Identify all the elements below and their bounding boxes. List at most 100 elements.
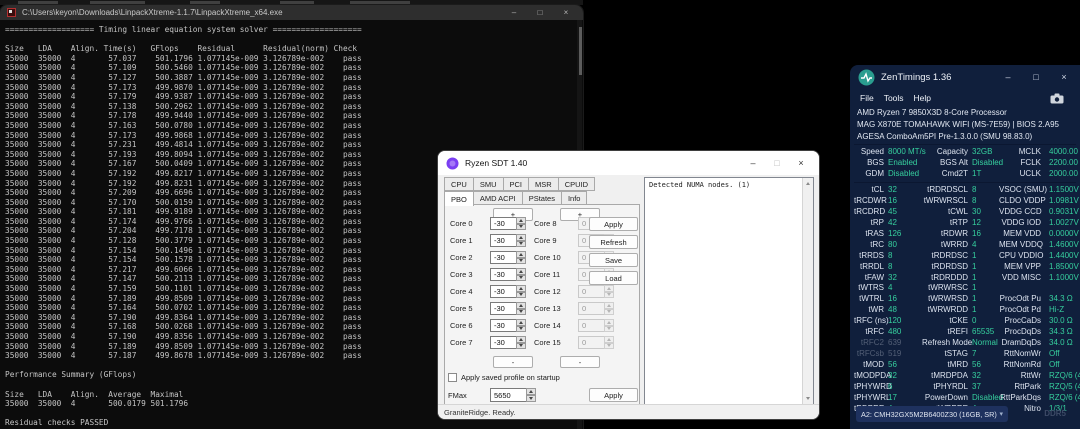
close-icon[interactable]: × (1050, 65, 1078, 89)
fmax-down-arrow-icon[interactable] (526, 395, 536, 402)
timing-value: 1 (972, 283, 977, 293)
fmax-stepper[interactable]: 5650 (490, 388, 536, 402)
timing-label: tMRDPDA (931, 370, 968, 380)
core-2-stepper-value[interactable]: -30 (490, 251, 516, 264)
memory-timings-grid: tCL 32 tRDRDSCL 8 VSOC (SMU) 1.1500V tRCDWR 16 t… (854, 185, 1080, 415)
refresh-button[interactable]: Refresh (589, 235, 638, 249)
core-label: Core 2 (450, 253, 473, 262)
tab-cpu[interactable]: CPU (444, 177, 474, 191)
decrement-all-left-button[interactable]: - (493, 356, 533, 368)
maximize-icon[interactable]: □ (527, 5, 553, 20)
timing-value: 56 (888, 360, 897, 369)
minimize-icon[interactable]: – (501, 5, 527, 20)
fmax-value[interactable]: 5650 (490, 388, 526, 402)
core-5-stepper[interactable]: -30 (490, 302, 526, 315)
timing-label: tRTP (949, 217, 968, 227)
timing-value: 16 (888, 195, 897, 205)
core-4-stepper-value[interactable]: -30 (490, 285, 516, 298)
tab-cpuid[interactable]: CPUID (557, 177, 596, 191)
fmax-up-arrow-icon[interactable] (526, 388, 536, 395)
apply-button[interactable]: Apply (589, 217, 638, 231)
timing-value: 7 (972, 349, 977, 359)
timing-label: tWRWRSCL (923, 195, 968, 205)
decrement-all-right-button[interactable]: - (560, 356, 600, 368)
minimize-icon[interactable]: – (741, 158, 765, 168)
tab-info[interactable]: Info (560, 191, 588, 205)
timing-label: CPU VDDIO (999, 250, 1044, 260)
down-arrow-icon[interactable] (516, 291, 526, 298)
core-label: Core 13 (534, 304, 561, 313)
core-0-stepper-value[interactable]: -30 (490, 217, 516, 230)
timing-value: 8 (972, 185, 977, 194)
timing-label: UCLK (1019, 168, 1041, 178)
timing-value: 6 (888, 381, 893, 391)
down-arrow-icon[interactable] (516, 342, 526, 349)
core-4-stepper[interactable]: -30 (490, 285, 526, 298)
core-3-stepper-arrows (516, 268, 526, 281)
chevron-down-icon: ▾ (999, 411, 1003, 418)
core-3-stepper-value[interactable]: -30 (490, 268, 516, 281)
core-14-stepper-arrows (604, 319, 614, 332)
core-7-stepper[interactable]: -30 (490, 336, 526, 349)
save-button[interactable]: Save (589, 253, 638, 267)
menu-file[interactable]: File (860, 93, 874, 103)
timing-label: tRFC2 (860, 338, 884, 348)
scroll-up-arrow-icon[interactable] (806, 182, 810, 185)
startup-profile-checkbox[interactable] (448, 373, 457, 382)
timing-label: ProcDqDs (1004, 327, 1041, 337)
close-icon[interactable]: × (789, 158, 813, 168)
down-arrow-icon[interactable] (516, 308, 526, 315)
timing-label: tWRWRDD (927, 305, 968, 315)
down-arrow-icon[interactable] (516, 240, 526, 247)
log-scrollbar[interactable] (802, 178, 813, 404)
fmax-label: FMax (448, 390, 467, 400)
core-5-stepper-value[interactable]: -30 (490, 302, 516, 315)
timing-value: 30.0 Ω (1049, 316, 1073, 326)
timing-label: VDDG IOD (1001, 217, 1041, 227)
tab-pci[interactable]: PCI (502, 177, 530, 191)
core-1-stepper-value[interactable]: -30 (490, 234, 516, 247)
down-arrow-icon[interactable] (516, 325, 526, 332)
zentimings-window: ZenTimings 1.36 – □ × File Tools Help AMD … (850, 65, 1080, 429)
timing-label: tCL (871, 185, 884, 194)
tab-pstates[interactable]: PStates (521, 191, 562, 205)
core-3-stepper[interactable]: -30 (490, 268, 526, 281)
timing-label: DramDqDs (1001, 338, 1041, 348)
fmax-apply-button[interactable]: Apply (589, 388, 638, 402)
timing-value: Disabled (972, 157, 1004, 167)
dimm-selector[interactable]: A2: CMH32GX5M2B6400Z30 (16GB, SR) ▾ (856, 406, 1008, 422)
terminal-scrollbar-thumb[interactable] (579, 27, 582, 75)
screenshot-camera-icon[interactable] (1050, 93, 1064, 104)
timing-value: Disabled (972, 392, 1004, 402)
tab-msr[interactable]: MSR (528, 177, 559, 191)
down-arrow-icon[interactable] (516, 223, 526, 230)
timing-value: 30 (972, 206, 981, 216)
minimize-icon[interactable]: – (994, 65, 1022, 89)
core-2-stepper[interactable]: -30 (490, 251, 526, 264)
fmax-row: FMax 5650 (448, 388, 536, 402)
menu-tools[interactable]: Tools (884, 93, 904, 103)
ryzen-sdt-titlebar[interactable]: Ryzen SDT 1.40 – □ × (438, 151, 819, 175)
tab-amd-acpi[interactable]: AMD ACPI (472, 191, 523, 205)
memory-type-label: DDR5 (1044, 409, 1066, 418)
menu-help[interactable]: Help (914, 93, 931, 103)
core-1-stepper[interactable]: -30 (490, 234, 526, 247)
core-6-stepper-value[interactable]: -30 (490, 319, 516, 332)
core-label: Core 10 (534, 253, 561, 262)
maximize-icon[interactable]: □ (1022, 65, 1050, 89)
timing-label: CLDO VDDP (999, 195, 1046, 205)
core-7-stepper-value[interactable]: -30 (490, 336, 516, 349)
zentimings-app-icon (858, 69, 875, 85)
tab-smu[interactable]: SMU (472, 177, 504, 191)
scroll-down-arrow-icon[interactable] (806, 397, 810, 400)
close-icon[interactable]: × (553, 5, 579, 20)
down-arrow-icon[interactable] (516, 274, 526, 281)
zentimings-titlebar[interactable]: ZenTimings 1.36 – □ × (850, 65, 1080, 89)
tab-pbo[interactable]: PBO (444, 191, 474, 206)
core-6-stepper[interactable]: -30 (490, 319, 526, 332)
terminal-titlebar[interactable]: C:\Users\keyon\Downloads\LinpackXtreme-1… (0, 5, 583, 20)
down-arrow-icon[interactable] (516, 257, 526, 264)
core-0-stepper[interactable]: -30 (490, 217, 526, 230)
timing-value: 42 (888, 217, 897, 227)
load-button[interactable]: Load (589, 271, 638, 285)
